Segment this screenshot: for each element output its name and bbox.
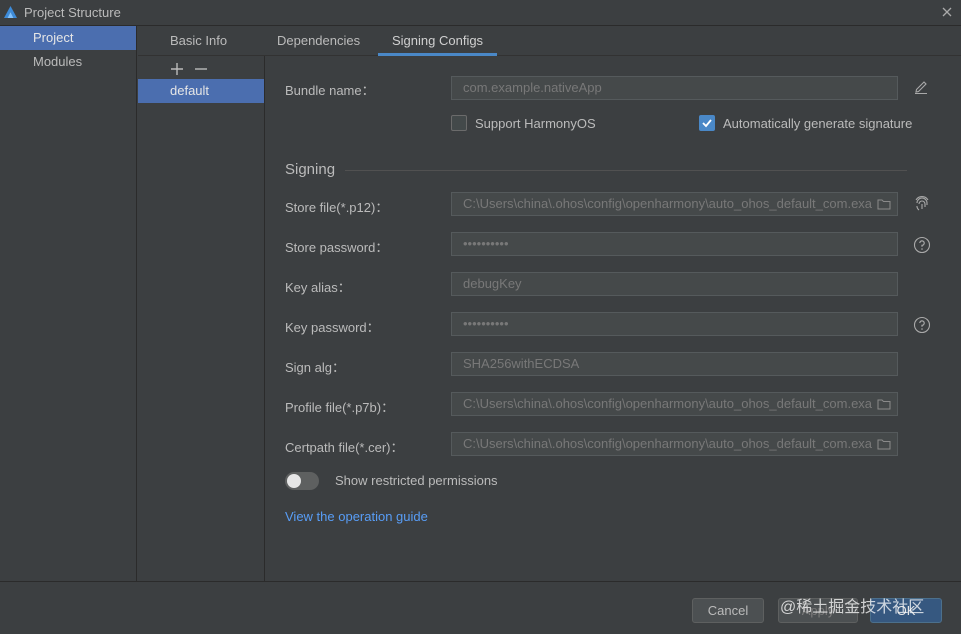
minus-icon[interactable] (193, 61, 209, 77)
tab-bar: Basic Info Dependencies Signing Configs (138, 26, 961, 56)
support-harmonyos-label: Support HarmonyOS (475, 116, 596, 131)
close-icon[interactable] (939, 4, 955, 20)
cancel-button[interactable]: Cancel (692, 598, 764, 623)
config-item-default[interactable]: default (138, 79, 264, 103)
profile-file-field[interactable]: C:\Users\china\.ohos\config\openharmony\… (451, 392, 898, 416)
checkmark-icon (702, 119, 712, 128)
signing-config-list: default (138, 56, 265, 581)
key-alias-label: Key alias： (285, 280, 351, 295)
support-harmonyos-checkbox[interactable] (451, 115, 467, 131)
signing-form: Bundle name： com.example.nativeApp Suppo… (265, 56, 961, 581)
show-restricted-label: Show restricted permissions (335, 473, 498, 488)
harmony-logo-icon (4, 6, 17, 18)
sign-alg-label: Sign alg： (285, 360, 345, 375)
store-file-value: C:\Users\china\.ohos\config\openharmony\… (463, 196, 873, 211)
auto-signature-checkbox[interactable] (699, 115, 715, 131)
bundle-name-field[interactable]: com.example.nativeApp (451, 76, 898, 100)
pencil-icon[interactable] (913, 79, 929, 95)
profile-file-label: Profile file(*.p7b)： (285, 400, 395, 415)
tab-dependencies[interactable]: Dependencies (263, 26, 374, 56)
tab-signing-configs[interactable]: Signing Configs (378, 26, 498, 56)
operation-guide-link[interactable]: View the operation guide (285, 509, 428, 524)
section-divider (345, 170, 907, 171)
tab-basic-info[interactable]: Basic Info (156, 26, 241, 56)
folder-icon[interactable] (877, 398, 891, 410)
store-file-field[interactable]: C:\Users\china\.ohos\config\openharmony\… (451, 192, 898, 216)
folder-icon[interactable] (877, 198, 891, 210)
store-file-label: Store file(*.p12)： (285, 200, 389, 215)
toggle-knob (287, 474, 301, 488)
key-alias-field[interactable]: debugKey (451, 272, 898, 296)
title-bar: Project Structure (0, 0, 961, 26)
fingerprint-icon[interactable] (913, 195, 931, 213)
certpath-file-label: Certpath file(*.cer)： (285, 440, 404, 455)
ok-button[interactable]: OK (870, 598, 942, 623)
folder-icon[interactable] (877, 438, 891, 450)
plus-icon[interactable] (169, 61, 185, 77)
bundle-name-label: Bundle name： (285, 83, 375, 98)
auto-signature-label: Automatically generate signature (723, 116, 913, 131)
window-title: Project Structure (24, 5, 121, 20)
store-password-field[interactable]: •••••••••• (451, 232, 898, 256)
apply-button[interactable]: Apply (778, 598, 858, 623)
key-password-field[interactable]: •••••••••• (451, 312, 898, 336)
key-password-label: Key password： (285, 320, 380, 335)
nav-item-project[interactable]: Project (0, 26, 136, 50)
profile-file-value: C:\Users\china\.ohos\config\openharmony\… (463, 396, 873, 411)
show-restricted-toggle[interactable] (285, 472, 319, 490)
sign-alg-field[interactable]: SHA256withECDSA (451, 352, 898, 376)
left-navigation: Project Modules (0, 26, 137, 581)
help-icon[interactable] (913, 236, 931, 254)
nav-item-modules[interactable]: Modules (0, 50, 136, 74)
store-password-label: Store password： (285, 240, 389, 255)
certpath-file-value: C:\Users\china\.ohos\config\openharmony\… (463, 436, 873, 451)
help-icon[interactable] (913, 316, 931, 334)
dialog-footer: Cancel Apply OK @稀土掘金技术社区 (0, 581, 961, 634)
certpath-file-field[interactable]: C:\Users\china\.ohos\config\openharmony\… (451, 432, 898, 456)
signing-section-title: Signing (285, 161, 336, 178)
